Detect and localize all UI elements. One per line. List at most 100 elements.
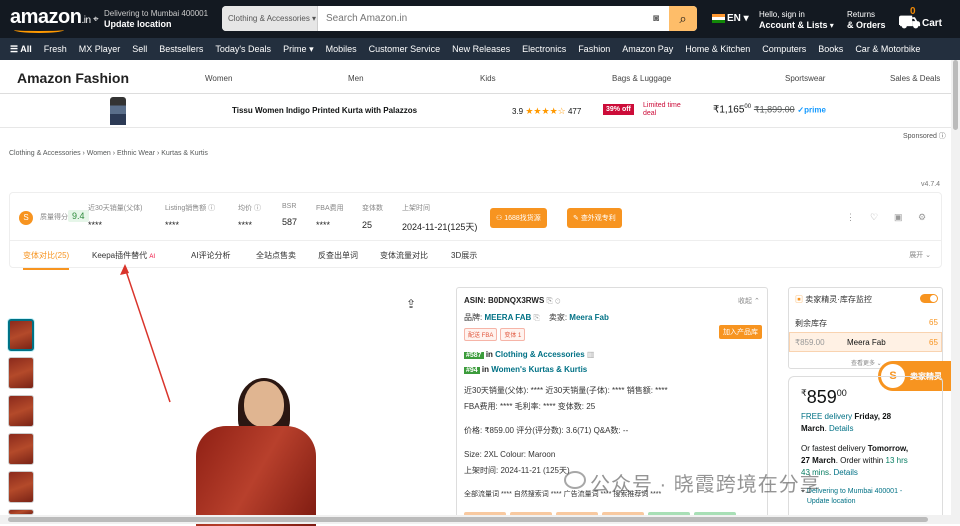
tab-all-sites[interactable]: 全站点售卖 [256,250,296,261]
logo-suffix: .in [81,15,91,26]
settings-icon[interactable]: ⚙ [918,212,926,223]
fashion-cat-sportswear[interactable]: Sportswear [785,74,825,83]
seller-sprite-icon: ▣ [795,295,803,304]
deliver-line1: Delivering to Mumbai 400001 [104,9,209,18]
thumbnail-1[interactable] [8,319,34,351]
subnav-item-prime[interactable]: Prime ▾ [283,44,314,55]
subnav-item-mobiles[interactable]: Mobiles [326,44,357,54]
subnav-item-home-kitchen[interactable]: Home & Kitchen [685,44,750,54]
video-icon[interactable]: ▣ [894,212,903,223]
details-link[interactable]: Details [829,424,853,433]
tab-variant-traffic[interactable]: 变体流量对比 [380,250,428,261]
metric-label: BSR [282,203,297,210]
sponsored-product-image[interactable] [110,97,126,125]
vertical-scrollbar[interactable] [951,60,960,515]
tab-variant-compare[interactable]: 变体对比(25) [23,250,70,270]
rank-row-2: #94 in Women's Kurtas & Kurtis [464,365,587,374]
heart-icon[interactable]: ♡ [870,212,878,223]
account-menu[interactable]: Hello, sign in Account & Lists ▾ [759,10,834,31]
thumbnail-4[interactable] [8,433,34,465]
thumbnail-5[interactable] [8,471,34,503]
metric-quality: 质量得分 9.4 [40,203,89,222]
brand-link[interactable]: MEERA FAB [484,313,531,322]
horizontal-scroll-thumb[interactable] [8,517,928,522]
metric-value: **** [238,220,253,230]
thumbnail-2[interactable] [8,357,34,389]
chart-icon[interactable]: ▥ [587,350,595,359]
tab-ai-review[interactable]: AI评论分析 [191,250,231,261]
plugin-logo-icon: S [19,211,33,225]
rank-row-1: #587 in Clothing & Accessories ▥ [464,350,594,359]
tab-3d-view[interactable]: 3D展示 [451,250,477,261]
collapse-button[interactable]: 收起 ⌃ [738,296,760,306]
returns-orders[interactable]: Returns & Orders [847,10,886,31]
fashion-cat-women[interactable]: Women [205,74,232,83]
deliver-to-link[interactable]: Delivering to Mumbai 400001 - [807,488,902,495]
rank-badge: #94 [464,367,480,374]
metric-variants: 变体数 25 [362,203,383,230]
external-link-icon[interactable]: ⎘ [534,313,540,322]
ai-badge: AI [149,254,156,260]
seller-link[interactable]: Meera Fab [569,313,609,322]
details-link-2[interactable]: Details [833,468,857,477]
asin[interactable]: ASIN: B0DNQX3RWS [464,296,544,305]
subnav-item-fresh[interactable]: Fresh [44,44,67,54]
tab-reverse-keyword[interactable]: 反查出单词 [318,250,358,261]
free-date: Friday, 28 [854,412,892,421]
subnav-item-fashion[interactable]: Fashion [578,44,610,54]
fashion-cat-kids[interactable]: Kids [480,74,496,83]
subnav-item-car-motorbike[interactable]: Car & Motorbike [855,44,920,54]
subnav-item-amazon-pay[interactable]: Amazon Pay [622,44,673,54]
fashion-cat-bags[interactable]: Bags & Luggage [612,74,671,83]
sponsored-title[interactable]: Tissu Women Indigo Printed Kurta with Pa… [232,106,417,115]
update-location-link[interactable]: Update location [807,498,856,505]
horizontal-scrollbar[interactable] [0,515,960,524]
subnav-item-electronics[interactable]: Electronics [522,44,566,54]
subnav-item-bestsellers[interactable]: Bestsellers [159,44,203,54]
tab-keepa[interactable]: Keepa插件替代 AI [92,250,155,261]
rank-category-link[interactable]: Women's Kurtas & Kurtis [491,365,587,374]
expand-button[interactable]: 展开 ⌄ [909,250,931,260]
language-selector[interactable]: EN ▾ [712,13,749,24]
subnav-item-mx-player[interactable]: MX Player [79,44,121,54]
search-icon: ⌕ [679,10,687,26]
view-more-link[interactable]: 查看更多 ⌄ [851,358,882,367]
copy-icon[interactable]: ⎘ ⊙ [547,296,561,305]
search-input[interactable] [318,6,643,31]
subnav-item-new-releases[interactable]: New Releases [452,44,510,54]
breadcrumb[interactable]: Clothing & Accessories › Women › Ethnic … [9,150,208,157]
check-patent-button[interactable]: ✎ 查外观专利 [567,208,622,228]
sponsored-banner[interactable]: Tissu Women Indigo Printed Kurta with Pa… [0,94,960,128]
fashion-bar: Amazon Fashion Women Men Kids Bags & Lug… [0,60,960,94]
more-icon[interactable]: ⋮ [846,212,855,223]
search-category-label: Clothing & Accessories [228,14,310,23]
find-source-1688-button[interactable]: ⚇ 1688找货源 [490,208,547,228]
thumbnail-3[interactable] [8,395,34,427]
subnav-item-computers[interactable]: Computers [762,44,806,54]
subnav-item-all[interactable]: ☰ All [10,44,32,55]
rating-value: 3.9 [512,107,524,116]
stock-monitor-toggle[interactable] [920,294,938,303]
stock-label: 剩余库存 [795,319,827,328]
free-delivery-link[interactable]: FREE delivery [801,412,852,421]
variant-tag: 变体 1 [500,328,526,341]
rank-category-link[interactable]: Clothing & Accessories [495,350,585,359]
vertical-scroll-thumb[interactable] [953,60,958,130]
amazon-logo[interactable]: amazon.in [10,6,91,29]
subnav-item-sell[interactable]: Sell [132,44,147,54]
subnav-item-today-s-deals[interactable]: Today's Deals [215,44,271,54]
deliver-to[interactable]: ⌖ Delivering to Mumbai 400001 Update loc… [93,9,209,29]
subnav-item-customer-service[interactable]: Customer Service [369,44,441,54]
camera-icon[interactable]: ◙ [643,6,669,31]
fashion-title[interactable]: Amazon Fashion [17,70,129,86]
fashion-cat-men[interactable]: Men [348,74,364,83]
search-category-select[interactable]: Clothing & Accessories ▾ [222,6,318,31]
add-to-library-button[interactable]: 加入产品库 [719,325,762,339]
share-icon[interactable]: ⇪ [406,297,416,311]
logo-smile-icon [14,27,64,33]
sponsored-label[interactable]: Sponsored ⓘ [903,131,946,141]
subnav-item-books[interactable]: Books [818,44,843,54]
time-left: 13 hrs [885,456,908,465]
search-button[interactable]: ⌕ [669,6,697,31]
fashion-cat-sales[interactable]: Sales & Deals [890,74,940,83]
